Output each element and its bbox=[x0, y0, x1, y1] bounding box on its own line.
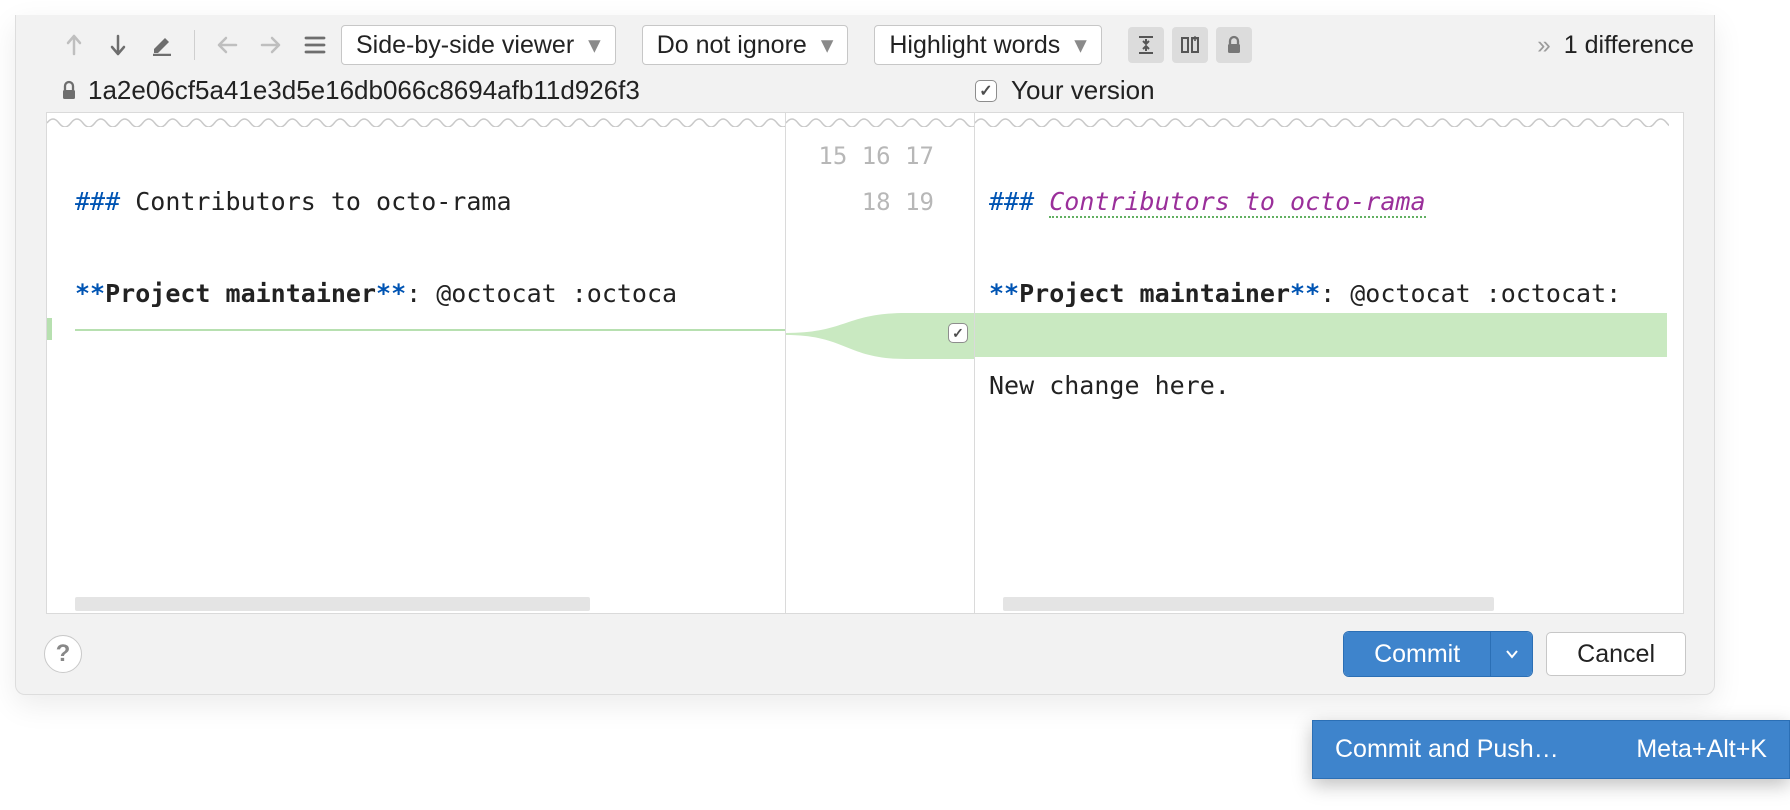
left-pane-header: 1a2e06cf5a41e3d5e16db066c8694afb11d926f3 bbox=[60, 75, 975, 106]
code-text: ** bbox=[989, 279, 1019, 308]
code-text: Contributors to octo-rama bbox=[135, 187, 511, 216]
right-pane[interactable]: ### Contributors to octo-rama **Project … bbox=[974, 112, 1684, 614]
highlight-mode-label: Highlight words bbox=[889, 31, 1060, 60]
dialog-footer: ? Commit Cancel bbox=[16, 614, 1714, 676]
left-code: ### Contributors to octo-rama **Project … bbox=[47, 127, 785, 363]
commit-split-button[interactable]: Commit bbox=[1344, 632, 1532, 676]
line-number: 19 bbox=[905, 188, 934, 216]
chevron-down-icon: ▾ bbox=[821, 30, 834, 60]
code-text: ### bbox=[989, 187, 1049, 216]
prev-diff-icon[interactable] bbox=[56, 27, 92, 63]
gutter: 15 16 17 18 19 ✓ bbox=[786, 112, 974, 614]
right-code: ### Contributors to octo-rama **Project … bbox=[975, 127, 1683, 455]
line-number: 15 bbox=[818, 142, 847, 170]
fold-indicator bbox=[975, 113, 1683, 127]
help-button[interactable]: ? bbox=[44, 635, 82, 673]
shortcut-label: Meta+Alt+K bbox=[1636, 735, 1767, 764]
horizontal-scrollbar[interactable] bbox=[1003, 595, 1633, 613]
fold-indicator bbox=[47, 113, 785, 127]
next-diff-icon[interactable] bbox=[100, 27, 136, 63]
cancel-button[interactable]: Cancel bbox=[1546, 632, 1686, 676]
code-text: Project maintainer bbox=[1019, 279, 1290, 308]
code-text: Project maintainer bbox=[105, 279, 376, 308]
list-icon[interactable] bbox=[297, 27, 333, 63]
cancel-label: Cancel bbox=[1577, 640, 1655, 669]
chevron-down-icon: ▾ bbox=[1074, 30, 1087, 60]
viewer-mode-select[interactable]: Side-by-side viewer ▾ bbox=[341, 25, 616, 65]
change-connector bbox=[75, 329, 785, 331]
line-numbers: 15 16 17 18 19 bbox=[786, 133, 934, 225]
left-pane[interactable]: ### Contributors to octo-rama **Project … bbox=[46, 112, 786, 614]
diff-area: ### Contributors to octo-rama **Project … bbox=[16, 112, 1714, 614]
commit-and-push-item[interactable]: Commit and Push… bbox=[1335, 735, 1559, 764]
chevron-down-icon: ▾ bbox=[588, 30, 601, 60]
chevron-right-icon: ›› bbox=[1537, 31, 1548, 60]
horizontal-scrollbar[interactable] bbox=[75, 595, 735, 613]
sync-scroll-icon[interactable] bbox=[1172, 27, 1208, 63]
code-text: Contributors to octo-rama bbox=[1049, 187, 1425, 218]
fold-indicator bbox=[786, 113, 974, 127]
diff-connector bbox=[786, 313, 974, 359]
ignore-mode-select[interactable]: Do not ignore ▾ bbox=[642, 25, 849, 65]
code-text: ** bbox=[1290, 279, 1320, 308]
include-change-checkbox[interactable]: ✓ bbox=[948, 323, 968, 343]
code-text: : @octocat :octocat: bbox=[1320, 279, 1621, 308]
ignore-mode-label: Do not ignore bbox=[657, 31, 807, 60]
change-marker bbox=[47, 318, 52, 340]
diff-toolbar: Side-by-side viewer ▾ Do not ignore ▾ Hi… bbox=[16, 15, 1714, 75]
commit-label: Commit bbox=[1374, 640, 1460, 669]
lock-icon[interactable] bbox=[1216, 27, 1252, 63]
difference-count: ›› 1 difference bbox=[1537, 31, 1694, 60]
lock-icon bbox=[60, 80, 78, 102]
code-text: ### bbox=[75, 187, 135, 216]
code-text: : @octocat :octoca bbox=[406, 279, 677, 308]
code-text: ** bbox=[75, 279, 105, 308]
viewer-mode-label: Side-by-side viewer bbox=[356, 31, 574, 60]
toolbar-separator bbox=[194, 30, 195, 60]
pane-headers: 1a2e06cf5a41e3d5e16db066c8694afb11d926f3… bbox=[16, 75, 1714, 112]
commit-dropdown-button[interactable] bbox=[1490, 632, 1532, 676]
vertical-scrollbar[interactable] bbox=[1669, 113, 1683, 613]
edit-icon[interactable] bbox=[144, 27, 180, 63]
line-number: 17 bbox=[905, 142, 934, 170]
diff-dialog: Side-by-side viewer ▾ Do not ignore ▾ Hi… bbox=[15, 15, 1715, 695]
back-icon[interactable] bbox=[209, 27, 245, 63]
forward-icon[interactable] bbox=[253, 27, 289, 63]
code-text: ** bbox=[376, 279, 406, 308]
collapse-unchanged-icon[interactable] bbox=[1128, 27, 1164, 63]
left-commit-hash: 1a2e06cf5a41e3d5e16db066c8694afb11d926f3 bbox=[88, 75, 640, 106]
line-number: 16 bbox=[862, 142, 891, 170]
difference-count-label: 1 difference bbox=[1564, 31, 1694, 60]
line-number: 18 bbox=[862, 188, 891, 216]
right-version-label: Your version bbox=[1011, 75, 1155, 106]
added-line-text: New change here. bbox=[989, 371, 1230, 400]
include-checkbox[interactable]: ✓ bbox=[975, 80, 997, 102]
right-pane-header: ✓ Your version bbox=[975, 75, 1684, 106]
highlight-mode-select[interactable]: Highlight words ▾ bbox=[874, 25, 1101, 65]
commit-dropdown-menu: Commit and Push… Meta+Alt+K bbox=[1312, 720, 1790, 779]
commit-button[interactable]: Commit bbox=[1344, 632, 1490, 676]
